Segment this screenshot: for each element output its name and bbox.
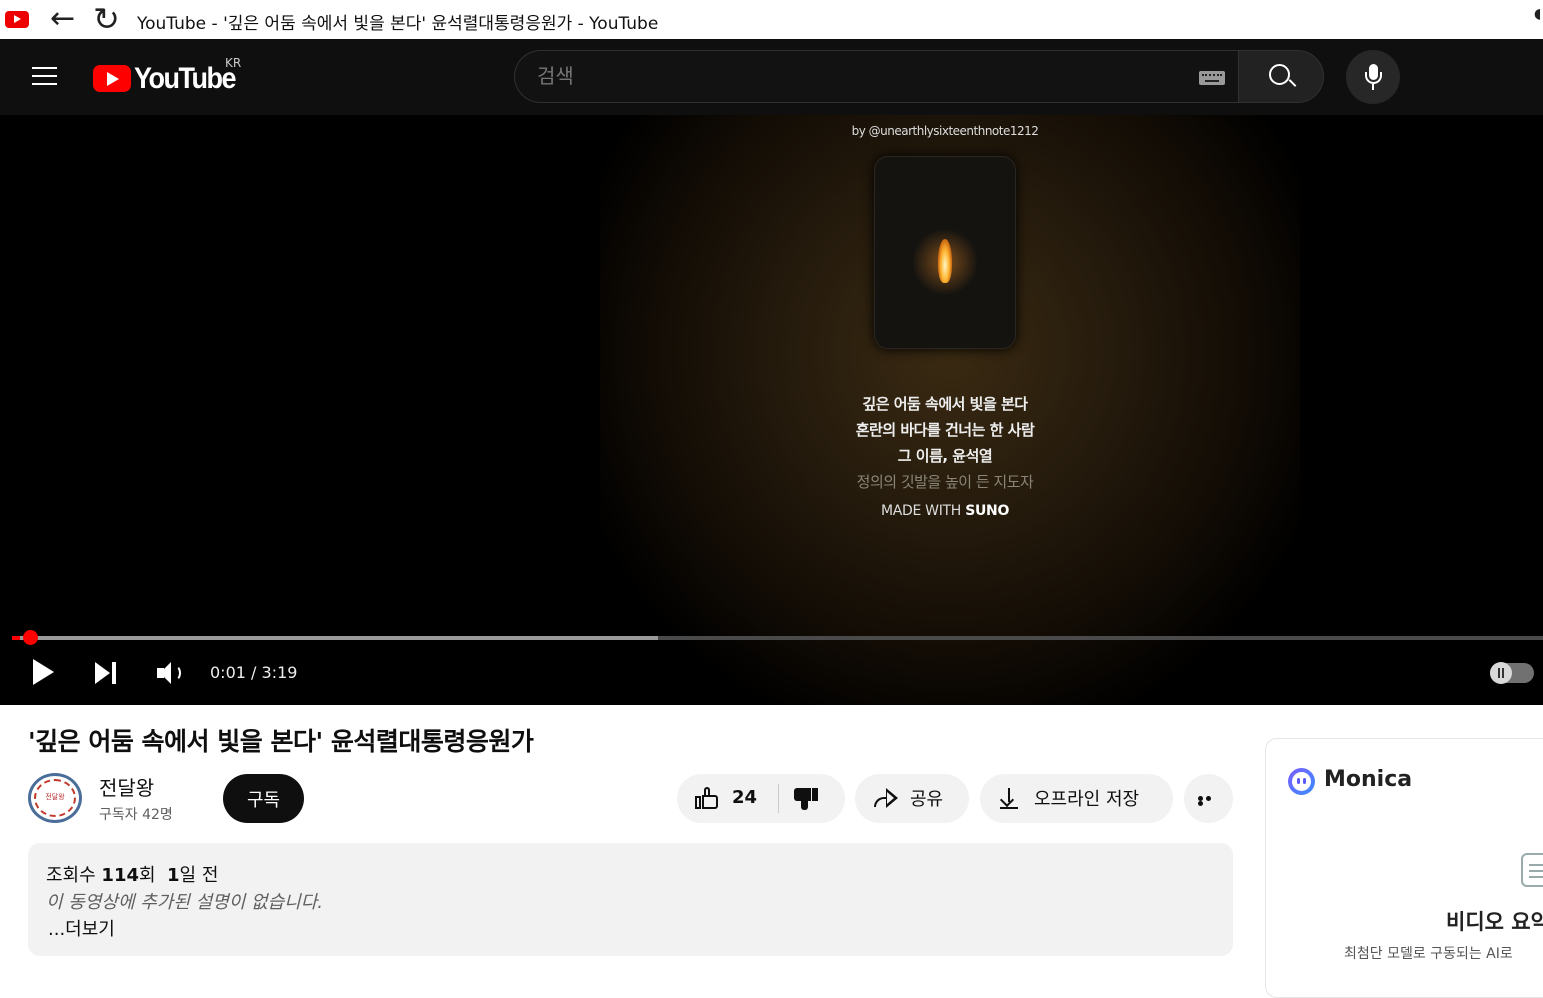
window-title-bar: ← ↻ YouTube - '깊은 어둠 속에서 빛을 본다' 윤석렬대통령응원… <box>0 0 1543 39</box>
like-count[interactable]: 24 <box>732 787 757 808</box>
download-label: 오프라인 저장 <box>1034 789 1140 810</box>
made-with-brand: SUNO <box>965 503 1010 519</box>
progress-buffered <box>12 636 659 640</box>
microphone-icon-stem <box>1372 84 1374 90</box>
progress-played <box>12 636 20 640</box>
share-button[interactable]: 공유 <box>855 774 969 823</box>
share-label: 공유 <box>910 789 944 810</box>
lyrics-overlay: 깊은 어둠 속에서 빛을 본다 혼란의 바다를 건너는 한 사람 그 이름, 윤… <box>745 391 1145 519</box>
autoplay-pause-icon <box>1490 662 1512 684</box>
autoplay-toggle[interactable] <box>1490 662 1534 684</box>
made-with-prefix: MADE WITH <box>880 503 962 519</box>
window-title: YouTube - '깊은 어둠 속에서 빛을 본다' 윤석렬대통령응원가 - … <box>137 14 659 34</box>
logo-text: YouTube <box>134 61 236 95</box>
view-count-and-date: 조회수 114회 1일 전 <box>46 861 218 887</box>
video-summary-title[interactable]: 비디오 요약 <box>1446 906 1543 936</box>
description-box[interactable]: 조회수 114회 1일 전 이 동영상에 추가된 설명이 없습니다. ...더보… <box>28 843 1233 956</box>
no-description-text: 이 동영상에 추가된 설명이 없습니다. <box>46 892 324 913</box>
download-icon <box>998 786 1020 811</box>
search-box[interactable] <box>514 50 1238 103</box>
volume-icon[interactable] <box>157 661 185 685</box>
monica-extension-panel: Monica 비디오 요약 최첨단 모델로 구동되는 AI로 <box>1265 738 1543 998</box>
upload-date-suffix: 일 전 <box>179 865 219 886</box>
share-icon <box>872 786 900 810</box>
microphone-icon-cup <box>1365 72 1382 84</box>
play-icon[interactable] <box>33 659 54 685</box>
back-arrow-icon[interactable]: ← <box>50 4 82 35</box>
search-input[interactable] <box>537 64 1137 88</box>
video-summary-subtitle: 최첨단 모델로 구동되는 AI로 <box>1344 946 1513 962</box>
made-with-suno: MADE WITH SUNO <box>745 503 1145 519</box>
channel-name[interactable]: 전달왕 <box>99 772 154 801</box>
monica-logo-icon <box>1288 768 1315 795</box>
reload-icon[interactable]: ↻ <box>93 3 125 35</box>
next-video-icon[interactable] <box>95 662 120 684</box>
video-artwork-card <box>874 156 1016 349</box>
avatar-seal-text: 전달왕 <box>45 793 65 801</box>
region-code: KR <box>225 56 242 70</box>
like-divider <box>778 784 779 813</box>
search-button[interactable] <box>1238 50 1324 103</box>
subscribe-button[interactable]: 구독 <box>223 774 304 823</box>
window-edge-icon: ◖ <box>1534 6 1542 22</box>
lyric-line: 혼란의 바다를 건너는 한 사람 <box>855 421 1035 439</box>
voice-search-button[interactable] <box>1346 50 1400 104</box>
progress-bar[interactable] <box>12 630 1543 645</box>
like-icon[interactable] <box>695 787 719 809</box>
masthead: YouTube KR <box>0 39 1543 115</box>
lyric-line-upcoming: 정의의 깃발을 높이 든 지도자 <box>856 473 1034 491</box>
subscriber-count: 구독자 42명 <box>99 807 173 823</box>
flame-figure-image <box>938 239 952 283</box>
lyric-line: 깊은 어둠 속에서 빛을 본다 <box>862 395 1028 413</box>
views-prefix: 조회수 <box>46 865 96 886</box>
more-horizontal-icon <box>1198 796 1220 806</box>
video-credit-text: by @unearthlysixteenthnote1212 <box>851 124 1039 138</box>
show-more-link[interactable]: ...더보기 <box>48 915 115 941</box>
youtube-favicon-icon <box>5 11 29 28</box>
time-display: 0:01 / 3:19 <box>210 663 298 682</box>
video-player[interactable]: by @unearthlysixteenthnote1212 깊은 어둠 속에서… <box>0 115 1543 705</box>
upload-date-num: 1 <box>167 865 180 886</box>
youtube-logo[interactable]: YouTube KR <box>93 56 241 95</box>
hamburger-icon[interactable] <box>32 67 57 85</box>
keyboard-icon[interactable] <box>1199 71 1225 85</box>
download-button[interactable]: 오프라인 저장 <box>980 774 1173 823</box>
like-dislike-group: 24 <box>677 774 845 823</box>
views-suffix: 회 <box>139 865 156 886</box>
video-title: '깊은 어둠 속에서 빛을 본다' 윤석렬대통령응원가 <box>28 727 534 756</box>
search-icon <box>1269 64 1290 85</box>
lyric-line: 그 이름, 윤석열 <box>897 447 993 465</box>
dislike-icon[interactable] <box>794 788 818 810</box>
youtube-play-logo-icon <box>93 65 131 92</box>
monica-name: Monica <box>1324 767 1413 792</box>
scrubber-handle[interactable] <box>23 630 38 645</box>
more-actions-button[interactable] <box>1184 774 1233 823</box>
views-count: 114 <box>101 865 139 886</box>
summary-document-icon <box>1521 853 1543 887</box>
channel-avatar[interactable]: 전달왕 <box>28 773 82 823</box>
search-icon-handle <box>1288 79 1297 87</box>
